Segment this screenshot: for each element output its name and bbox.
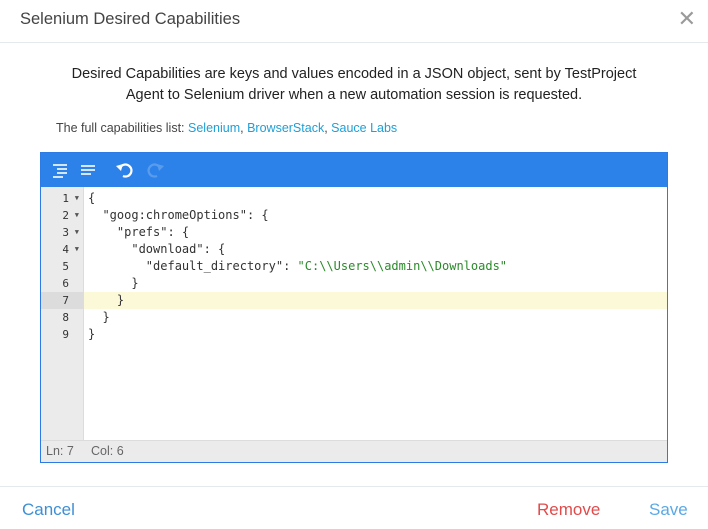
link-browserstack[interactable]: BrowserStack bbox=[247, 121, 324, 135]
line-number-text: 7 bbox=[62, 294, 69, 307]
save-button[interactable]: Save bbox=[649, 500, 688, 520]
editor-toolbar bbox=[41, 153, 667, 187]
code-line[interactable]: "download": { bbox=[84, 241, 667, 258]
capabilities-links: The full capabilities list: Selenium, Br… bbox=[56, 121, 397, 135]
code-text: } bbox=[88, 293, 125, 307]
dialog-footer: Cancel Remove Save bbox=[0, 486, 708, 529]
description: Desired Capabilities are keys and values… bbox=[0, 64, 708, 106]
fold-toggle-icon[interactable]: ▼ bbox=[75, 190, 79, 207]
code-key: "default_directory": bbox=[88, 259, 298, 273]
link-selenium[interactable]: Selenium bbox=[188, 121, 240, 135]
fold-toggle-icon[interactable]: ▼ bbox=[75, 207, 79, 224]
close-icon[interactable]: ✕ bbox=[678, 8, 696, 30]
code-line[interactable]: } bbox=[84, 326, 667, 343]
line-number-text: 4 bbox=[62, 243, 69, 256]
code-text: { bbox=[88, 191, 96, 205]
undo-icon[interactable] bbox=[115, 160, 135, 180]
compact-icon[interactable] bbox=[79, 160, 99, 180]
link-sauce-labs[interactable]: Sauce Labs bbox=[331, 121, 397, 135]
line-number-text: 6 bbox=[62, 277, 69, 290]
line-number: 3 ▼ bbox=[41, 224, 83, 241]
code-text: } bbox=[88, 276, 139, 290]
code-line[interactable]: "prefs": { bbox=[84, 224, 667, 241]
code-text: } bbox=[88, 327, 96, 341]
description-line-1: Desired Capabilities are keys and values… bbox=[71, 66, 637, 82]
line-number-text: 8 bbox=[62, 311, 69, 324]
line-number-text: 5 bbox=[62, 260, 69, 273]
code-line[interactable]: { bbox=[84, 190, 667, 207]
code-line[interactable]: } bbox=[84, 275, 667, 292]
cancel-button[interactable]: Cancel bbox=[22, 500, 75, 520]
cursor-line: Ln: 7 bbox=[46, 444, 74, 458]
editor-gutter: 1 ▼ 2 ▼ 3 ▼ 4 ▼ 5 6 7 8 9 bbox=[41, 187, 84, 441]
fold-toggle-icon[interactable]: ▼ bbox=[75, 224, 79, 241]
code-line[interactable]: "goog:chromeOptions": { bbox=[84, 207, 667, 224]
line-number: 6 bbox=[41, 275, 83, 292]
json-editor[interactable]: 1 ▼ 2 ▼ 3 ▼ 4 ▼ 5 6 7 8 9 { "goog:chromeOptions": { … bbox=[40, 152, 668, 463]
code-text: "prefs": { bbox=[88, 225, 190, 239]
format-icon[interactable] bbox=[51, 160, 71, 180]
redo-icon[interactable] bbox=[145, 160, 165, 180]
line-number-text: 2 bbox=[62, 209, 69, 222]
line-number: 1 ▼ bbox=[41, 190, 83, 207]
line-number-text: 3 bbox=[62, 226, 69, 239]
line-number-text: 1 bbox=[62, 192, 69, 205]
line-number: 5 bbox=[41, 258, 83, 275]
editor-code-area[interactable]: { "goog:chromeOptions": { "prefs": { "do… bbox=[84, 187, 667, 441]
line-number: 7 bbox=[41, 292, 83, 309]
line-number: 4 ▼ bbox=[41, 241, 83, 258]
dialog-header: Selenium Desired Capabilities ✕ bbox=[0, 0, 708, 43]
code-value: "C:\\Users\\admin\\Downloads" bbox=[297, 259, 508, 273]
code-text: } bbox=[88, 310, 110, 324]
description-line-2: Agent to Selenium driver when a new auto… bbox=[125, 87, 583, 103]
line-number-text: 9 bbox=[62, 328, 69, 341]
capabilities-prefix: The full capabilities list: bbox=[56, 121, 185, 135]
code-line[interactable]: "default_directory": "C:\\Users\\admin\\… bbox=[84, 258, 667, 275]
code-line[interactable]: } bbox=[84, 292, 667, 309]
remove-button[interactable]: Remove bbox=[537, 500, 600, 520]
line-number: 8 bbox=[41, 309, 83, 326]
cursor-column: Col: 6 bbox=[91, 444, 124, 458]
editor-statusbar: Ln: 7 Col: 6 bbox=[41, 440, 667, 462]
fold-toggle-icon[interactable]: ▼ bbox=[75, 241, 79, 258]
dialog-title: Selenium Desired Capabilities bbox=[20, 10, 241, 28]
line-number: 9 bbox=[41, 326, 83, 343]
code-text: "download": { bbox=[88, 242, 226, 256]
line-number: 2 ▼ bbox=[41, 207, 83, 224]
code-text: "goog:chromeOptions": { bbox=[88, 208, 269, 222]
code-line[interactable]: } bbox=[84, 309, 667, 326]
